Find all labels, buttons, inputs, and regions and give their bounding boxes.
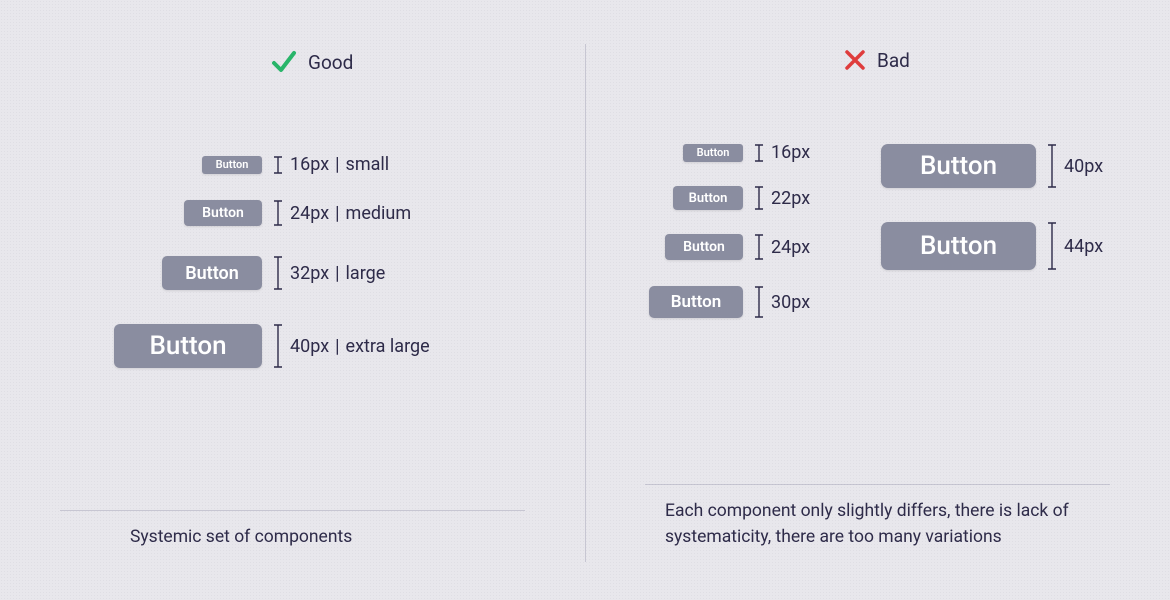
bad-heading-label: Bad xyxy=(877,49,910,72)
bracket-icon xyxy=(272,256,284,290)
button-medium: Button xyxy=(184,200,262,226)
bad-right-row-44: Button 44px xyxy=(881,222,1103,270)
bracket-icon xyxy=(1046,222,1058,270)
measure-30: 30px xyxy=(753,286,810,318)
button-30: Button xyxy=(649,286,743,318)
measure-40: 40px xyxy=(1046,144,1103,188)
measure-44: 44px xyxy=(1046,222,1103,270)
size-label-xl: 40px|extra large xyxy=(290,336,430,357)
check-icon xyxy=(270,48,298,76)
bad-left-row-30: Button 30px xyxy=(649,286,810,318)
bad-left-row-24: Button 24px xyxy=(665,234,810,260)
bad-right-row-40: Button 40px xyxy=(881,144,1103,188)
size-label-medium: 24px|medium xyxy=(290,203,411,224)
measure-large: 32px|large xyxy=(272,256,385,290)
good-body: Button 16px|small Button xyxy=(0,76,585,510)
button-24: Button xyxy=(665,234,743,260)
bracket-icon xyxy=(753,234,765,260)
horizontal-divider xyxy=(645,484,1110,485)
bracket-icon xyxy=(753,144,765,162)
good-row-medium: Button 24px|medium xyxy=(184,200,411,226)
measure-small: 16px|small xyxy=(272,154,389,175)
good-footer: Systemic set of components xyxy=(0,510,585,600)
bracket-icon xyxy=(753,286,765,318)
button-40: Button xyxy=(881,144,1036,188)
button-large: Button xyxy=(162,256,262,290)
good-caption: Systemic set of components xyxy=(130,525,525,550)
measure-xl: 40px|extra large xyxy=(272,324,430,368)
size-label-30: 30px xyxy=(771,292,810,313)
button-small: Button xyxy=(202,156,262,174)
bracket-icon xyxy=(753,186,765,210)
bad-heading: Bad xyxy=(843,48,1170,72)
size-label-small: 16px|small xyxy=(290,154,389,175)
bad-caption: Each component only slightly differs, th… xyxy=(665,499,1110,550)
good-heading-label: Good xyxy=(308,51,353,74)
button-22: Button xyxy=(673,186,743,210)
measure-24: 24px xyxy=(753,234,810,260)
bad-body: Button 16px Button 22px Button xyxy=(585,72,1170,484)
size-label-40: 40px xyxy=(1064,156,1103,177)
measure-22: 22px xyxy=(753,186,810,210)
good-row-large: Button 32px|large xyxy=(162,256,385,290)
good-heading: Good xyxy=(270,48,585,76)
bad-footer: Each component only slightly differs, th… xyxy=(585,484,1170,600)
bracket-icon xyxy=(272,156,284,174)
good-row-small: Button 16px|small xyxy=(202,154,389,175)
size-label-24: 24px xyxy=(771,237,810,258)
button-16: Button xyxy=(683,144,743,162)
bad-left-row-16: Button 16px xyxy=(683,142,810,163)
bad-left-row-22: Button 22px xyxy=(673,186,810,210)
bad-column: Bad Button 16px Button 22px xyxy=(585,0,1170,600)
good-row-xl: Button 40px|extra large xyxy=(114,324,430,368)
size-label-16: 16px xyxy=(771,142,810,163)
bracket-icon xyxy=(272,200,284,226)
good-column: Good Button 16px|small Button xyxy=(0,0,585,600)
comparison-diagram: Good Button 16px|small Button xyxy=(0,0,1170,600)
size-label-22: 22px xyxy=(771,188,810,209)
button-extra-large: Button xyxy=(114,324,262,368)
measure-medium: 24px|medium xyxy=(272,200,411,226)
size-label-44: 44px xyxy=(1064,236,1103,257)
horizontal-divider xyxy=(60,510,525,511)
bracket-icon xyxy=(1046,144,1058,188)
bracket-icon xyxy=(272,324,284,368)
button-44: Button xyxy=(881,222,1036,270)
x-icon xyxy=(843,48,867,72)
measure-16: 16px xyxy=(753,142,810,163)
size-label-large: 32px|large xyxy=(290,263,385,284)
